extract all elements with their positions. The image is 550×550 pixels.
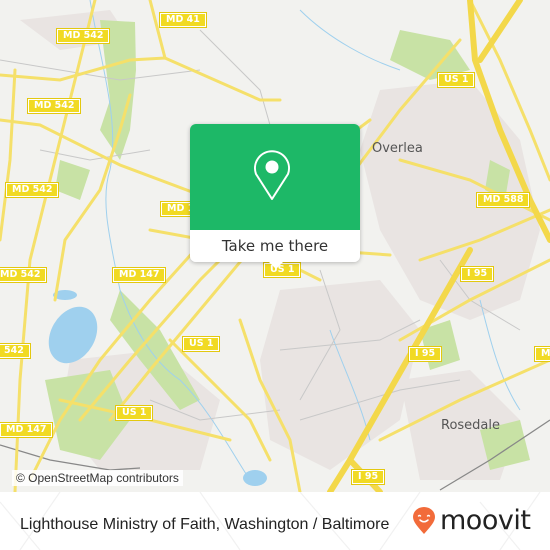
major-road xyxy=(0,56,282,102)
take-me-there-button[interactable]: Take me there xyxy=(190,230,360,262)
road-label-i95: I 95 xyxy=(350,469,386,485)
place-label-overlea: Overlea xyxy=(372,141,423,156)
map-attribution[interactable]: © OpenStreetMap contributors xyxy=(12,470,183,486)
road-label-md542: 542 xyxy=(0,343,31,359)
popup-header[interactable] xyxy=(190,124,360,230)
road-label-md: MD xyxy=(533,346,550,362)
road-label-md542: MD 542 xyxy=(0,267,48,283)
road-label-us1: US 1 xyxy=(114,405,154,421)
road-label-md588: MD 588 xyxy=(475,192,531,208)
stream xyxy=(299,9,401,71)
location-title: Lighthouse Ministry of Faith, Washington… xyxy=(20,516,390,533)
map-pin-icon xyxy=(254,150,290,200)
road-label-i95: I 95 xyxy=(407,346,443,362)
road-label-md542: MD 542 xyxy=(26,98,82,114)
take-me-there-label: Take me there xyxy=(221,237,329,255)
moovit-logo[interactable]: moovit xyxy=(412,505,531,537)
road-label-i95: I 95 xyxy=(459,266,495,282)
moovit-pin-icon xyxy=(413,507,435,534)
road-label-us1: US 1 xyxy=(436,72,476,88)
place-label-rosedale: Rosedale xyxy=(441,418,501,433)
popup-pointer xyxy=(268,261,284,269)
take-me-there-popup[interactable]: Take me there xyxy=(190,124,360,269)
road-label-md147: MD 147 xyxy=(0,422,54,438)
major-road xyxy=(148,0,167,60)
park xyxy=(55,160,90,200)
major-road xyxy=(0,68,17,242)
moovit-wordmark: moovit xyxy=(440,505,531,536)
pond xyxy=(243,470,267,486)
road-label-md542: MD 542 xyxy=(55,28,111,44)
road-label-md542: MD 542 xyxy=(4,182,60,198)
road-label-md147: MD 147 xyxy=(111,267,167,283)
road-label-md41: MD 41 xyxy=(159,12,207,28)
road-label-us1: US 1 xyxy=(181,336,221,352)
